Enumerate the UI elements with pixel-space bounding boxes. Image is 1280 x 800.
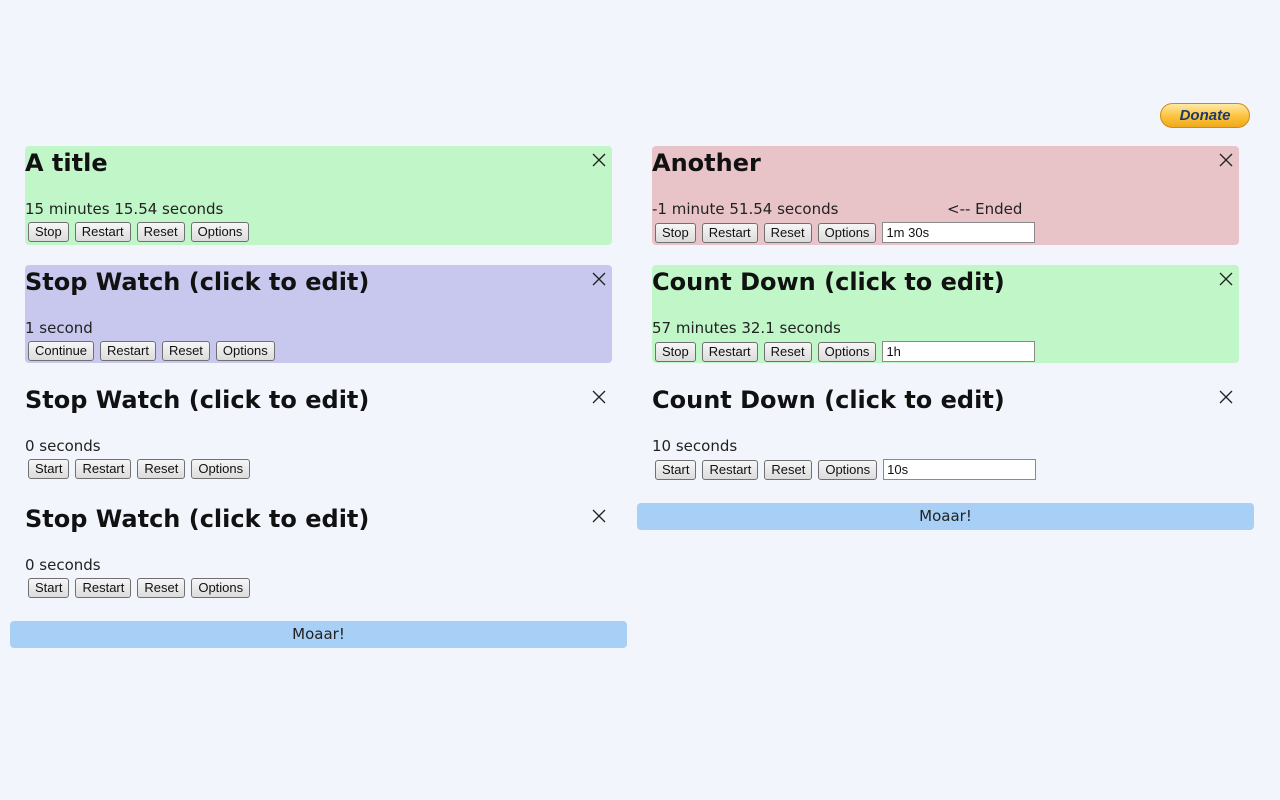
options-button[interactable]: Options [191,459,251,479]
options-button[interactable]: Options [817,222,877,243]
duration-input[interactable] [882,222,1036,243]
timer-time: 10 seconds [652,437,738,455]
countdown-column: Another -1 minute 51.54 seconds <-- Ende… [652,146,1239,502]
close-icon[interactable] [1219,272,1233,286]
stopwatch-column: A title 15 minutes 15.54 seconds Stop Re… [25,146,612,620]
start-button[interactable]: Start [655,459,697,480]
restart-button[interactable]: Restart [75,459,132,479]
add-stopwatch-button[interactable]: Moaar! [10,621,627,648]
add-countdown-button[interactable]: Moaar! [637,503,1254,530]
ended-status: <-- Ended [947,200,1023,218]
timer-card: Another -1 minute 51.54 seconds <-- Ende… [652,146,1239,245]
reset-button[interactable]: Reset [161,341,210,361]
start-button[interactable]: Start [28,578,70,598]
reset-button[interactable]: Reset [763,222,812,243]
stop-button[interactable]: Stop [655,341,696,362]
timer-title[interactable]: Stop Watch (click to edit) [25,504,369,534]
reset-button[interactable]: Reset [764,459,813,480]
reset-button[interactable]: Reset [137,578,186,598]
close-icon[interactable] [592,509,606,523]
timer-card: Stop Watch (click to edit) 0 seconds Sta… [25,502,612,600]
close-icon[interactable] [1219,390,1233,404]
options-button[interactable]: Options [190,222,250,242]
reset-button[interactable]: Reset [137,459,186,479]
options-button[interactable]: Options [817,341,877,362]
restart-button[interactable]: Restart [75,578,132,598]
timer-time: 0 seconds [25,556,101,574]
restart-button[interactable]: Restart [701,222,758,243]
options-button[interactable]: Options [191,578,251,598]
reset-button[interactable]: Reset [136,222,185,242]
timer-title[interactable]: Another [652,148,761,178]
timer-controls: Stop Restart Reset Options [28,222,250,242]
timer-title[interactable]: Stop Watch (click to edit) [25,267,369,297]
stop-button[interactable]: Stop [28,222,69,242]
duration-input[interactable] [883,459,1037,480]
timer-time: 15 minutes 15.54 seconds [25,200,224,218]
restart-button[interactable]: Restart [701,341,758,362]
timer-card: Stop Watch (click to edit) 1 second Cont… [25,265,612,363]
timer-controls: Continue Restart Reset Options [28,341,275,361]
timer-title[interactable]: Count Down (click to edit) [652,267,1005,297]
timer-card: A title 15 minutes 15.54 seconds Stop Re… [25,146,612,245]
timer-card: Count Down (click to edit) 10 seconds St… [652,383,1239,482]
timer-controls: Stop Restart Reset Options [655,341,1036,362]
restart-button[interactable]: Restart [100,341,156,361]
close-icon[interactable] [592,390,606,404]
donate-button[interactable]: Donate [1160,103,1250,128]
timer-card: Stop Watch (click to edit) 0 seconds Sta… [25,383,612,482]
close-icon[interactable] [592,153,606,167]
timer-controls: Start Restart Reset Options [28,578,251,598]
timer-controls: Start Restart Reset Options [28,459,251,479]
continue-button[interactable]: Continue [28,341,95,361]
stop-button[interactable]: Stop [655,222,696,243]
duration-input[interactable] [882,341,1036,362]
timer-title[interactable]: Stop Watch (click to edit) [25,385,369,415]
close-icon[interactable] [1219,153,1233,167]
timer-card: Count Down (click to edit) 57 minutes 32… [652,265,1239,363]
timer-time: 0 seconds [25,437,101,455]
options-button[interactable]: Options [818,459,878,480]
reset-button[interactable]: Reset [763,341,812,362]
options-button[interactable]: Options [215,341,275,361]
timer-title[interactable]: Count Down (click to edit) [652,385,1005,415]
restart-button[interactable]: Restart [702,459,759,480]
start-button[interactable]: Start [28,459,70,479]
timer-time: 57 minutes 32.1 seconds [652,319,841,337]
timer-controls: Start Restart Reset Options [655,459,1037,480]
timer-title[interactable]: A title [25,148,108,178]
timer-controls: Stop Restart Reset Options [655,222,1036,243]
timer-time: -1 minute 51.54 seconds [652,200,839,218]
timer-time: 1 second [25,319,93,337]
close-icon[interactable] [592,272,606,286]
restart-button[interactable]: Restart [74,222,131,242]
